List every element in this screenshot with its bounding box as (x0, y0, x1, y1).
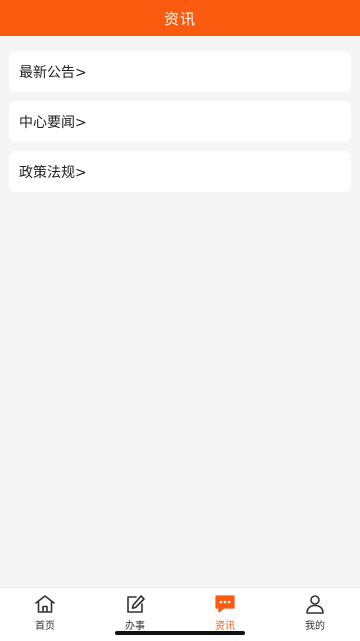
page-title: 资讯 (163, 9, 196, 28)
list-item-label: 中心要闻> (19, 114, 87, 131)
tab-home[interactable]: 首页 (0, 588, 90, 641)
tab-profile[interactable]: 我的 (270, 588, 360, 641)
tab-label: 我的 (305, 621, 325, 632)
home-icon (34, 594, 56, 614)
edit-icon (124, 594, 146, 614)
message-icon (214, 594, 236, 614)
list-item-label: 最新公告> (19, 64, 87, 81)
list-item-policies-regulations[interactable]: 政策法规> (9, 151, 351, 192)
list-item-label: 政策法规> (19, 164, 87, 181)
list-item-center-news[interactable]: 中心要闻> (9, 101, 351, 142)
tab-label: 资讯 (215, 621, 235, 632)
user-icon (304, 594, 326, 614)
list-item-latest-announcements[interactable]: 最新公告> (9, 51, 351, 92)
home-indicator (115, 631, 245, 635)
tab-label: 办事 (125, 621, 145, 632)
news-category-list: 最新公告> 中心要闻> 政策法规> (9, 51, 351, 201)
tab-label: 首页 (35, 621, 55, 632)
header-bar: 资讯 (0, 0, 360, 36)
